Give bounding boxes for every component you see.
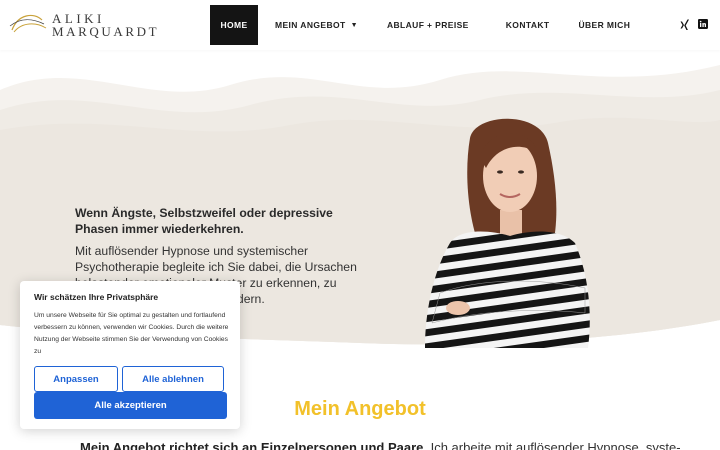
xing-icon[interactable]	[679, 19, 689, 31]
logo-last-name: MARQUARDT	[52, 24, 160, 39]
nav-item-label: MEIN ANGEBOT	[275, 20, 346, 30]
nav-item-ueber-mich[interactable]: ÜBER MICH	[578, 5, 630, 45]
accept-all-button[interactable]: Alle akzeptieren	[34, 392, 227, 419]
hero-headline: Wenn Ängste, Selbstzweifel oder depressi…	[75, 206, 333, 236]
linkedin-icon[interactable]	[698, 19, 708, 29]
site-logo[interactable]: ALIKI MARQUARDT	[8, 9, 157, 41]
section-intro: Mein Angebot richtet sich an Einzelperso…	[80, 440, 681, 450]
customize-button[interactable]: Anpassen	[34, 366, 118, 392]
logo-mark-icon	[9, 14, 47, 33]
nav-item-ablauf-preise[interactable]: ABLAUF + PREISE	[387, 5, 469, 45]
portrait-photo	[425, 118, 590, 348]
cookie-title: Wir schätzen Ihre Privatsphäre	[34, 292, 159, 302]
cookie-consent-banner: Wir schätzen Ihre Privatsphäre Um unsere…	[20, 281, 240, 429]
nav-item-mein-angebot[interactable]: MEIN ANGEBOT ▼	[275, 5, 358, 45]
nav-item-kontakt[interactable]: KONTAKT	[506, 5, 550, 45]
section-intro-bold: Mein Angebot richtet sich an Einzelperso…	[80, 440, 427, 450]
nav-item-home[interactable]: HOME	[210, 5, 258, 45]
main-nav: HOME MEIN ANGEBOT ▼ ABLAUF + PREISE KONT…	[210, 5, 630, 45]
section-intro-rest: Ich arbeite mit auflösender Hypnose, sys…	[426, 440, 681, 450]
caret-down-icon: ▼	[350, 21, 358, 29]
cookie-text: Um unsere Webseite für Sie optimal zu ge…	[34, 312, 229, 355]
reject-all-button[interactable]: Alle ablehnen	[122, 366, 224, 392]
site-header: ALIKI MARQUARDT HOME MEIN ANGEBOT ▼ ABLA…	[0, 0, 720, 50]
